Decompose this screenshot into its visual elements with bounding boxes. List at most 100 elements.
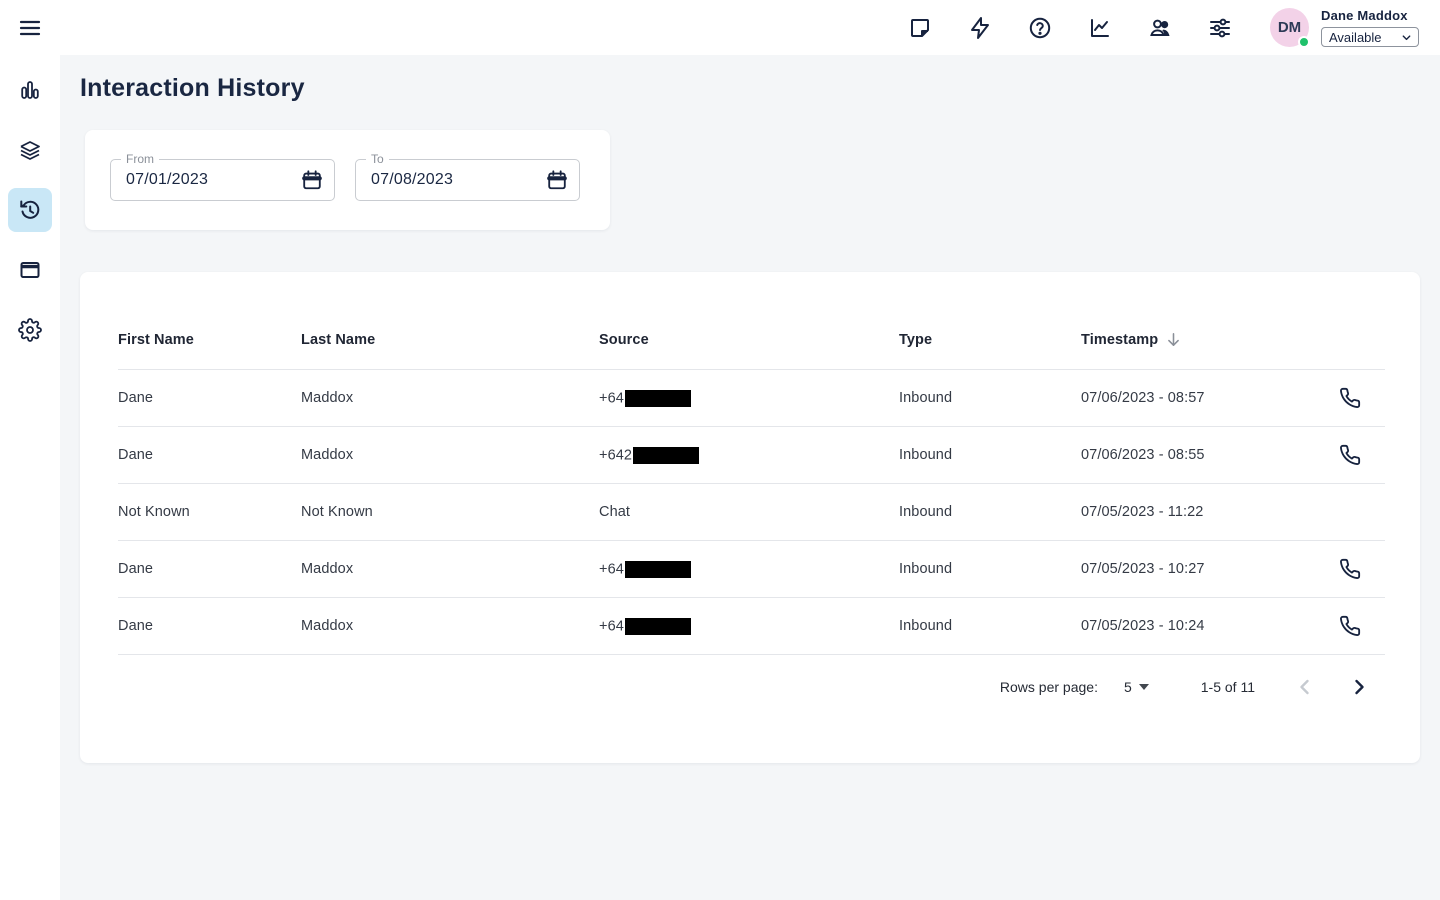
phone-icon (1339, 558, 1361, 580)
pagination-bar: Rows per page: 5 1-5 of 11 (118, 655, 1385, 719)
help-icon[interactable] (1028, 16, 1052, 40)
main-content: Interaction History From 07/01/2023 To 0… (60, 55, 1440, 900)
to-date-label: To (366, 152, 389, 166)
col-header-timestamp[interactable]: Timestamp (1081, 331, 1297, 348)
note-icon[interactable] (908, 16, 932, 40)
user-area: DM Dane Maddox Available (1270, 8, 1419, 47)
chevron-right-icon (1347, 675, 1371, 699)
cell-last-name: Maddox (301, 390, 599, 406)
calendar-icon (546, 169, 568, 191)
phone-icon (1339, 444, 1361, 466)
cell-timestamp: 07/05/2023 - 10:27 (1081, 561, 1297, 577)
bar-chart-icon (18, 78, 42, 102)
col-header-first-name[interactable]: First Name (118, 332, 301, 348)
cell-first-name: Not Known (118, 504, 301, 520)
from-date-value[interactable]: 07/01/2023 (126, 171, 208, 189)
status-select-value: Available (1329, 30, 1382, 45)
layers-icon (18, 138, 42, 162)
rows-per-page-select[interactable]: 5 (1124, 679, 1149, 695)
table-row[interactable]: Dane Maddox +64 Inbound 07/05/2023 - 10:… (118, 541, 1385, 598)
phone-icon (1339, 387, 1361, 409)
next-page-button[interactable] (1347, 675, 1371, 699)
to-date-field[interactable]: To 07/08/2023 (355, 159, 580, 201)
cell-source: +64 (599, 561, 899, 578)
cell-first-name: Dane (118, 561, 301, 577)
cell-last-name: Maddox (301, 561, 599, 577)
sidebar-nav (0, 55, 60, 900)
topbar-icon-group (908, 16, 1232, 40)
analytics-icon[interactable] (1088, 16, 1112, 40)
contacts-icon[interactable] (1148, 16, 1172, 40)
redaction-box (625, 618, 691, 635)
sidebar-item-interaction-history[interactable] (8, 188, 52, 232)
call-button[interactable] (1339, 387, 1361, 409)
from-calendar-button[interactable] (301, 169, 323, 191)
from-date-label: From (121, 152, 159, 166)
col-header-source[interactable]: Source (599, 332, 899, 348)
gear-icon (18, 318, 42, 342)
calendar-icon (301, 169, 323, 191)
cell-timestamp: 07/06/2023 - 08:57 (1081, 390, 1297, 406)
chevron-down-icon (1401, 32, 1412, 43)
cell-first-name: Dane (118, 618, 301, 634)
cell-timestamp: 07/05/2023 - 11:22 (1081, 504, 1297, 520)
table-header-row: First Name Last Name Source Type Timesta… (118, 296, 1385, 370)
avatar-initials: DM (1278, 19, 1301, 36)
cell-first-name: Dane (118, 447, 301, 463)
table-row[interactable]: Dane Maddox +642 Inbound 07/06/2023 - 08… (118, 427, 1385, 484)
cell-source: +642 (599, 447, 899, 464)
table-row[interactable]: Dane Maddox +64 Inbound 07/05/2023 - 10:… (118, 598, 1385, 655)
rows-per-page-value: 5 (1124, 679, 1132, 695)
call-button[interactable] (1339, 444, 1361, 466)
to-date-value[interactable]: 07/08/2023 (371, 171, 453, 189)
cell-source: Chat (599, 504, 899, 520)
table-row[interactable]: Not Known Not Known Chat Inbound 07/05/2… (118, 484, 1385, 541)
rows-per-page-label: Rows per page: (1000, 679, 1098, 695)
previous-page-button[interactable] (1293, 675, 1317, 699)
interaction-table-card: First Name Last Name Source Type Timesta… (80, 272, 1420, 763)
status-dot (1298, 36, 1310, 48)
caret-down-icon (1139, 684, 1149, 690)
call-button[interactable] (1339, 558, 1361, 580)
chevron-left-icon (1293, 675, 1317, 699)
page-title: Interaction History (80, 74, 305, 103)
status-select[interactable]: Available (1321, 27, 1419, 47)
sort-desc-arrow-icon[interactable] (1165, 331, 1182, 348)
col-header-type[interactable]: Type (899, 332, 1081, 348)
cell-type: Inbound (899, 447, 1081, 463)
cell-first-name: Dane (118, 390, 301, 406)
to-calendar-button[interactable] (546, 169, 568, 191)
cell-source: +64 (599, 390, 899, 407)
top-bar: DM Dane Maddox Available (0, 0, 1440, 55)
lightning-icon[interactable] (968, 16, 992, 40)
redaction-box (625, 390, 691, 407)
sidebar-item-statistics[interactable] (8, 68, 52, 112)
call-button[interactable] (1339, 615, 1361, 637)
sidebar-item-queues[interactable] (8, 128, 52, 172)
menu-toggle-button[interactable] (18, 16, 42, 40)
cell-last-name: Maddox (301, 447, 599, 463)
window-icon (18, 258, 42, 282)
phone-icon (1339, 615, 1361, 637)
sidebar-item-settings[interactable] (8, 308, 52, 352)
sidebar-item-workspace[interactable] (8, 248, 52, 292)
table-row[interactable]: Dane Maddox +64 Inbound 07/06/2023 - 08:… (118, 370, 1385, 427)
col-header-last-name[interactable]: Last Name (301, 332, 599, 348)
cell-type: Inbound (899, 618, 1081, 634)
redaction-box (633, 447, 699, 464)
cell-timestamp: 07/05/2023 - 10:24 (1081, 618, 1297, 634)
cell-type: Inbound (899, 504, 1081, 520)
cell-last-name: Maddox (301, 618, 599, 634)
cell-last-name: Not Known (301, 504, 599, 520)
cell-type: Inbound (899, 390, 1081, 406)
pagination-range: 1-5 of 11 (1201, 679, 1255, 695)
cell-type: Inbound (899, 561, 1081, 577)
cell-source: +64 (599, 618, 899, 635)
redaction-box (625, 561, 691, 578)
preferences-icon[interactable] (1208, 16, 1232, 40)
date-filter-card: From 07/01/2023 To 07/08/2023 (85, 130, 610, 230)
cell-timestamp: 07/06/2023 - 08:55 (1081, 447, 1297, 463)
user-name: Dane Maddox (1321, 8, 1419, 23)
from-date-field[interactable]: From 07/01/2023 (110, 159, 335, 201)
avatar[interactable]: DM (1270, 8, 1309, 47)
